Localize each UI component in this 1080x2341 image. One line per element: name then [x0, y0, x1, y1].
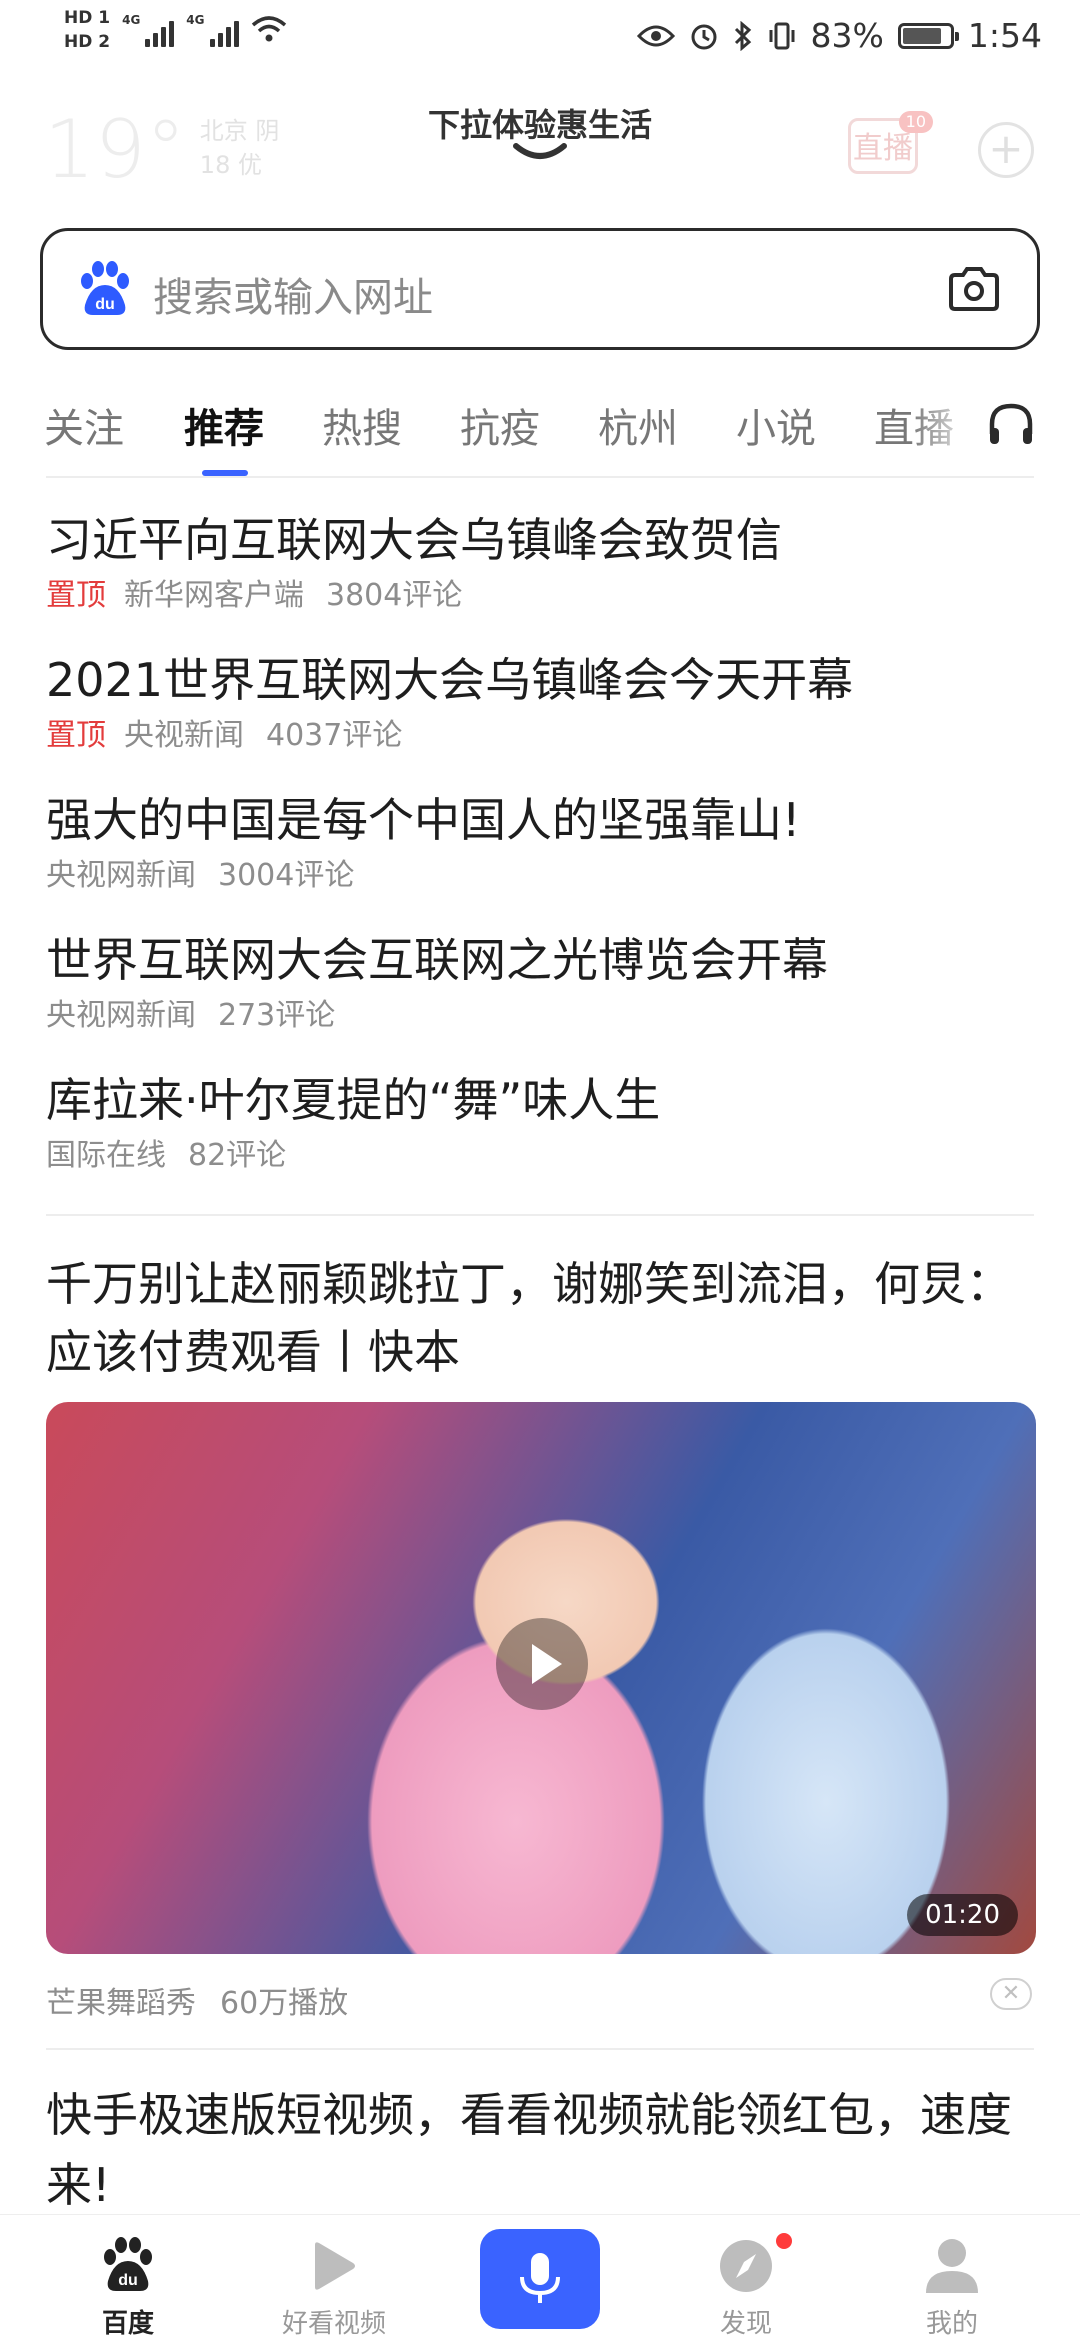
play-triangle-icon — [315, 2242, 355, 2290]
nav-label: 我的 — [925, 2309, 978, 2339]
status-bar: HD 1 HD 2 4G 4G 83% 1:54 — [0, 0, 1080, 78]
news-item[interactable]: 习近平向互联网大会乌镇峰会致贺信 置顶 新华网客户端 3804评论 — [46, 510, 1036, 614]
tab-follow[interactable]: 关注 — [44, 396, 124, 454]
battery-icon — [897, 22, 959, 49]
bluetooth-icon — [734, 20, 751, 51]
news-source: 新华网客户端 — [124, 578, 304, 613]
pinned-label: 置顶 — [46, 718, 106, 753]
tab-hangzhou[interactable]: 杭州 — [598, 396, 678, 454]
play-icon[interactable] — [496, 1618, 588, 1710]
video-plays: 60万播放 — [220, 1986, 349, 2021]
nav-baidu[interactable]: du 百度 — [38, 2215, 218, 2340]
news-meta: 国际在线 82评论 — [46, 1138, 1036, 1174]
news-item[interactable]: 世界互联网大会互联网之光博览会开幕 央视网新闻 273评论 — [46, 930, 1036, 1034]
news-comments: 3004评论 — [218, 858, 355, 893]
battery-percent: 83% — [810, 16, 884, 55]
news-meta: 置顶 新华网客户端 3804评论 — [46, 578, 1036, 614]
news-source: 央视新闻 — [124, 718, 244, 753]
tab-novel[interactable]: 小说 — [736, 396, 816, 454]
nav-haokan-video[interactable]: 好看视频 — [244, 2215, 424, 2340]
wifi-icon — [251, 16, 286, 42]
hd1-indicator: HD 1 — [64, 8, 111, 28]
hd2-indicator: HD 2 — [64, 32, 111, 52]
nav-label: 发现 — [719, 2309, 772, 2339]
status-right: 83% 1:54 — [636, 16, 1042, 55]
baidu-paw-icon: du — [81, 261, 129, 315]
air-quality: 18 优 — [199, 151, 262, 179]
headphones-icon[interactable] — [986, 400, 1036, 448]
microphone-icon — [520, 2253, 560, 2303]
live-label: 直播 — [853, 131, 913, 166]
tab-recommend[interactable]: 推荐 — [184, 396, 264, 454]
network-type-2: 4G — [186, 13, 205, 27]
signal-2-icon: 4G — [186, 13, 239, 47]
bottom-navigation: du 百度 好看视频 发现 我的 — [0, 2214, 1080, 2341]
video-duration: 01:20 — [907, 1894, 1018, 1936]
hd-indicators: HD 1 HD 2 — [64, 8, 110, 52]
news-source: 央视网新闻 — [46, 998, 196, 1033]
alarm-icon — [691, 24, 717, 49]
baidu-paw-icon: du — [104, 2237, 152, 2291]
news-item[interactable]: 库拉来·叶尔夏提的“舞”味人生 国际在线 82评论 — [46, 1070, 1036, 1174]
video-title[interactable]: 千万别让赵丽颖跳拉丁，谢娜笑到流泪，何炅：应该付费观看丨快本 — [46, 1250, 1036, 1386]
live-count-badge: 10 — [898, 111, 933, 133]
search-bar[interactable]: du 搜索或输入网址 — [40, 228, 1040, 350]
live-button[interactable]: 直播 10 — [848, 111, 933, 174]
news-title: 库拉来·叶尔夏提的“舞”味人生 — [46, 1073, 661, 1127]
search-input[interactable]: 搜索或输入网址 — [153, 265, 433, 323]
notification-dot — [776, 2233, 792, 2249]
news-source: 央视网新闻 — [46, 858, 196, 893]
news-item[interactable]: 2021世界互联网大会乌镇峰会今天开幕 置顶 央视新闻 4037评论 — [46, 650, 1036, 754]
nav-discover[interactable]: 发现 — [656, 2215, 836, 2340]
video-thumbnail[interactable]: 01:20 — [46, 1402, 1036, 1954]
tab-anti-epidemic[interactable]: 抗疫 — [460, 396, 540, 454]
video-meta: 芒果舞蹈秀 60万播放 — [46, 1978, 348, 2022]
user-icon — [926, 2239, 978, 2293]
news-meta: 置顶 央视新闻 4037评论 — [46, 718, 1036, 754]
news-comments: 3804评论 — [326, 578, 463, 613]
pinned-label: 置顶 — [46, 578, 106, 613]
voice-search-button[interactable] — [480, 2229, 600, 2329]
compass-icon — [720, 2240, 772, 2292]
plus-icon[interactable]: + — [978, 122, 1034, 178]
news-comments: 82评论 — [188, 1138, 287, 1173]
news-comments: 4037评论 — [266, 718, 403, 753]
news-title: 世界互联网大会互联网之光博览会开幕 — [46, 933, 828, 987]
news-source: 国际在线 — [46, 1138, 166, 1173]
nav-label: 好看视频 — [281, 2309, 386, 2339]
svg-text:du: du — [95, 296, 115, 313]
news-title[interactable]: 快手极速版短视频，看看视频就能领红包，速度来! — [46, 2080, 1036, 2220]
section-divider — [46, 1214, 1034, 1216]
dismiss-icon[interactable]: ✕ — [990, 1978, 1032, 2010]
signal-1-icon: 4G — [122, 13, 175, 47]
nav-mine[interactable]: 我的 — [862, 2215, 1042, 2340]
section-divider — [46, 2048, 1034, 2050]
chevron-down-icon[interactable] — [512, 140, 568, 166]
network-type-1: 4G — [122, 13, 141, 27]
tabs-fade — [910, 396, 980, 456]
news-comments: 273评论 — [218, 998, 336, 1033]
status-left: HD 1 HD 2 4G 4G — [64, 8, 287, 52]
camera-icon[interactable] — [947, 265, 1001, 313]
svg-text:du: du — [118, 2272, 138, 2289]
tab-hot-search[interactable]: 热搜 — [322, 396, 402, 454]
news-title: 习近平向互联网大会乌镇峰会致贺信 — [46, 513, 782, 567]
eye-icon — [636, 25, 675, 46]
battery-fill — [902, 27, 941, 44]
video-source: 芒果舞蹈秀 — [46, 1986, 196, 2021]
news-meta: 央视网新闻 3004评论 — [46, 858, 1036, 894]
nav-label: 百度 — [101, 2309, 154, 2339]
news-title: 强大的中国是每个中国人的坚强靠山! — [46, 793, 801, 847]
tabs-divider — [46, 476, 1034, 478]
news-meta: 央视网新闻 273评论 — [46, 998, 1036, 1034]
vibrate-icon — [769, 22, 795, 49]
news-item[interactable]: 强大的中国是每个中国人的坚强靠山! 央视网新闻 3004评论 — [46, 790, 1036, 894]
news-title: 2021世界互联网大会乌镇峰会今天开幕 — [46, 653, 854, 707]
clock: 1:54 — [967, 16, 1042, 55]
